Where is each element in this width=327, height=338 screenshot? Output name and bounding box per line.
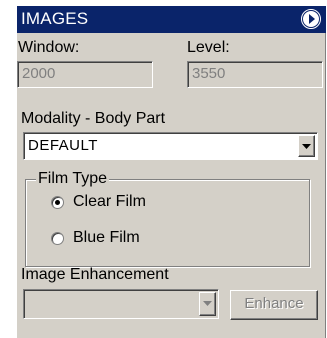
triangle-down-icon xyxy=(203,301,212,306)
images-panel: IMAGES Window: Level: 2000 3550 Modality… xyxy=(17,6,326,338)
enhancement-select[interactable] xyxy=(23,289,219,319)
blue-film-label[interactable]: Blue Film xyxy=(73,229,140,247)
window-value: 2000 xyxy=(22,65,56,82)
level-value: 3550 xyxy=(192,65,226,82)
modality-label: Modality - Body Part xyxy=(21,110,166,127)
modality-dropdown-button[interactable] xyxy=(298,135,315,157)
modality-selected-value: DEFAULT xyxy=(28,137,98,154)
film-type-group xyxy=(25,179,310,267)
images-panel-background: IMAGES Window: Level: 2000 3550 Modality… xyxy=(0,0,327,338)
film-type-legend: Film Type xyxy=(36,170,110,188)
enhance-button[interactable]: Enhance xyxy=(230,290,318,320)
panel-title: IMAGES xyxy=(21,9,89,28)
chevron-right-circle-icon xyxy=(302,10,320,28)
enhance-button-label: Enhance xyxy=(244,295,304,312)
triangle-down-icon xyxy=(302,144,311,149)
panel-titlebar: IMAGES xyxy=(17,6,326,33)
enhancement-dropdown-button[interactable] xyxy=(199,292,216,316)
window-field[interactable]: 2000 xyxy=(17,61,153,88)
collapse-button[interactable] xyxy=(301,9,321,29)
clear-film-radio[interactable] xyxy=(51,196,64,209)
modality-select[interactable]: DEFAULT xyxy=(23,132,318,160)
radio-selected-dot xyxy=(55,200,60,205)
clear-film-label[interactable]: Clear Film xyxy=(73,193,146,211)
window-label: Window: xyxy=(18,39,80,56)
image-enhancement-label: Image Enhancement xyxy=(21,266,169,283)
blue-film-radio[interactable] xyxy=(51,232,64,245)
level-field[interactable]: 3550 xyxy=(187,61,323,88)
level-label: Level: xyxy=(187,39,230,56)
